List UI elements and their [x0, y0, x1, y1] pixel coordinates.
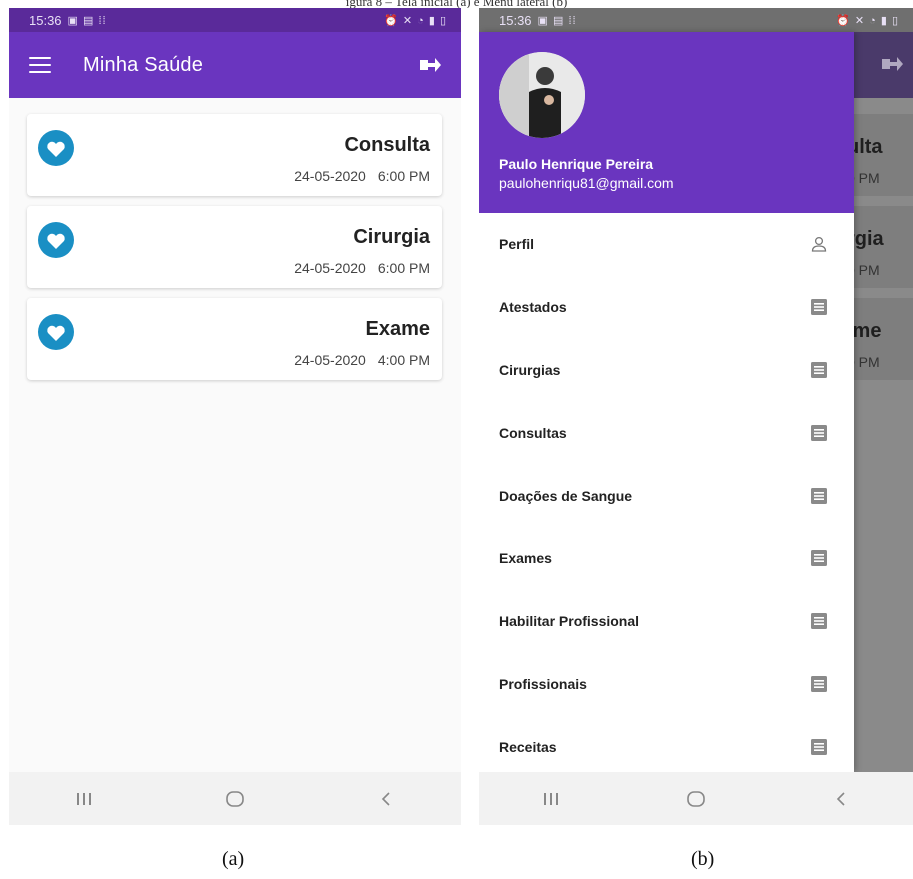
heart-icon: [38, 130, 74, 166]
status-bar: 15:36 ▣ ▤ ⁞⁞ ⏰ ✕ ◔ ▮ ▯: [9, 8, 461, 32]
drawer-item-habilitar-profissional[interactable]: Habilitar Profissional: [479, 590, 854, 653]
hamburger-menu-icon[interactable]: [29, 57, 51, 73]
drawer-item-label: Atestados: [499, 299, 567, 316]
home-screen: 15:36 ▣ ▤ ⁞⁞ ⏰ ✕ ◔ ▮ ▯ Minha Saúde Consu…: [9, 8, 461, 825]
notification-icons: ▣ ▤ ⁞⁞: [537, 14, 577, 27]
recent-apps-icon[interactable]: [64, 784, 104, 814]
appointment-datetime: 24-05-2020 6:00 PM: [294, 260, 430, 276]
appointment-date: 24-05-2020: [294, 168, 366, 184]
appointment-time: 6:00 PM: [377, 260, 430, 276]
drawer-item-doacoes-de-sangue[interactable]: Doações de Sangue: [479, 464, 854, 527]
drawer-item-label: Exames: [499, 550, 552, 567]
status-time: 15:36: [499, 12, 532, 28]
caption-b: (b): [691, 848, 715, 870]
avatar[interactable]: [499, 52, 585, 138]
system-status-icons: ⏰ ✕ ◔ ▮ ▯: [836, 14, 899, 27]
drawer-item-label: Habilitar Profissional: [499, 613, 640, 630]
drawer-item-atestados[interactable]: Atestados: [479, 276, 854, 339]
logout-icon[interactable]: [417, 55, 443, 75]
navigation-drawer: Paulo Henrique Pereira paulohenriqu81@gm…: [479, 32, 854, 772]
appointment-card[interactable]: Consulta 24-05-2020 6:00 PM: [27, 114, 442, 196]
app-title: Minha Saúde: [83, 53, 204, 76]
user-name: Paulo Henrique Pereira: [499, 156, 654, 172]
drawer-item-exames[interactable]: Exames: [479, 527, 854, 590]
appointment-datetime: 24-05-2020 6:00 PM: [294, 168, 430, 184]
android-nav-bar: [479, 772, 913, 825]
back-icon[interactable]: [366, 784, 406, 814]
drawer-item-label: Profissionais: [499, 675, 587, 692]
appointment-date: 24-05-2020: [294, 260, 366, 276]
drawer-item-cirurgias[interactable]: Cirurgias: [479, 339, 854, 402]
drawer-item-profissionais[interactable]: Profissionais: [479, 653, 854, 716]
document-icon: [808, 296, 830, 318]
android-nav-bar: [9, 772, 461, 825]
drawer-item-label: Consultas: [499, 424, 567, 441]
appointment-type: Consulta: [344, 134, 430, 156]
appointment-card[interactable]: Exame 24-05-2020 4:00 PM: [27, 298, 442, 380]
drawer-header: Paulo Henrique Pereira paulohenriqu81@gm…: [479, 32, 854, 213]
appointment-list: Consulta 24-05-2020 6:00 PM Cirurgia 24-05-2…: [27, 114, 442, 390]
drawer-item-label: Receitas: [499, 738, 557, 755]
appointment-datetime: 24-05-2020 4:00 PM: [294, 352, 430, 368]
document-icon: [808, 610, 830, 632]
figure-caption: igura 8 – Tela inicial (a) e Menu latera…: [345, 0, 568, 8]
user-email: paulohenriqu81@gmail.com: [499, 175, 674, 191]
logout-icon: [881, 55, 903, 73]
document-icon: [808, 422, 830, 444]
appointment-time: 4:00 PM: [377, 352, 430, 368]
drawer-item-perfil[interactable]: Perfil: [479, 213, 854, 276]
person-icon: [808, 233, 830, 255]
drawer-item-receitas[interactable]: Receitas: [479, 715, 854, 778]
back-icon[interactable]: [821, 784, 861, 814]
system-status-icons: ⏰ ✕ ◔ ▮ ▯: [384, 14, 447, 27]
heart-icon: [38, 222, 74, 258]
status-time: 15:36: [29, 12, 62, 28]
appointment-date: 24-05-2020: [294, 352, 366, 368]
document-icon: [808, 673, 830, 695]
drawer-item-consultas[interactable]: Consultas: [479, 401, 854, 464]
home-button-icon[interactable]: [676, 784, 716, 814]
caption-a: (a): [222, 848, 245, 870]
drawer-screen: 15:36 ▣ ▤ ⁞⁞ ⏰ ✕ ◔ ▮ ▯ ulta 0 PM rgia 0 PM ı…: [479, 8, 913, 825]
document-icon: [808, 485, 830, 507]
appointment-time: 6:00 PM: [377, 168, 430, 184]
status-bar: 15:36 ▣ ▤ ⁞⁞ ⏰ ✕ ◔ ▮ ▯: [479, 8, 913, 32]
notification-icons: ▣ ▤ ⁞⁞: [67, 14, 107, 27]
home-button-icon[interactable]: [215, 784, 255, 814]
heart-icon: [38, 314, 74, 350]
document-icon: [808, 359, 830, 381]
document-icon: [808, 547, 830, 569]
appointment-card[interactable]: Cirurgia 24-05-2020 6:00 PM: [27, 206, 442, 288]
drawer-item-label: Perfil: [499, 236, 535, 253]
appointment-type: Exame: [365, 318, 431, 340]
drawer-menu: Perfil Atestados Cirurgias Consultas Doações…: [479, 213, 854, 778]
document-icon: [808, 736, 830, 758]
appointment-type: Cirurgia: [353, 226, 430, 248]
drawer-item-label: Cirurgias: [499, 361, 561, 378]
recent-apps-icon[interactable]: [531, 784, 571, 814]
drawer-item-label: Doações de Sangue: [499, 487, 633, 504]
app-bar: Minha Saúde: [9, 32, 461, 98]
